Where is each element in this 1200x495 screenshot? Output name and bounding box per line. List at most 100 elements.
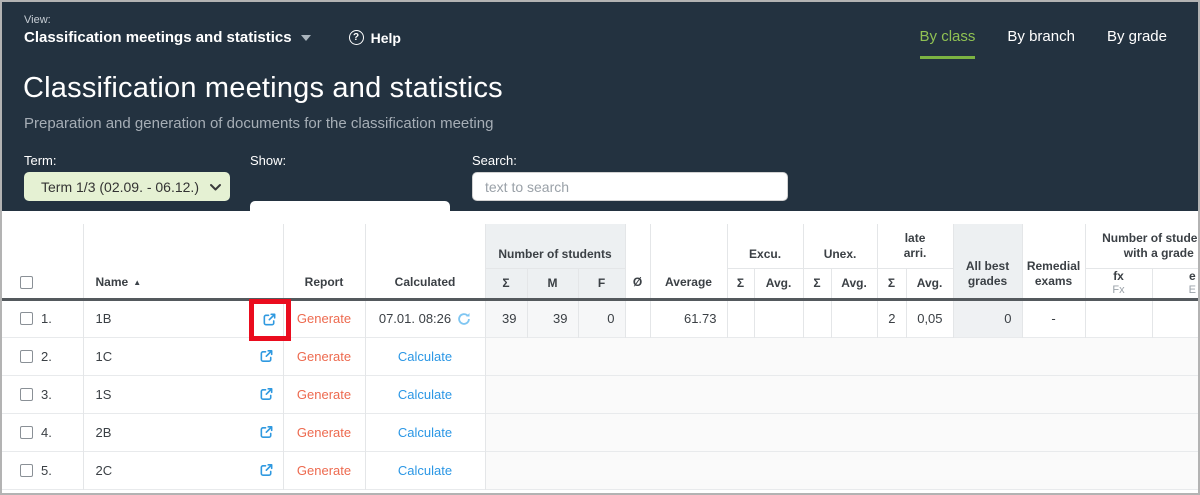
empty-statistics-area <box>485 337 1198 375</box>
empty-statistics-area <box>485 375 1198 413</box>
row-checkbox[interactable] <box>20 426 33 439</box>
empty-statistics-area <box>485 413 1198 451</box>
caret-down-icon <box>301 35 311 41</box>
calculated-timestamp: 07.01. 08:26 <box>379 311 451 326</box>
row-index: 1. <box>41 311 52 326</box>
column-header-phi: Ø <box>625 224 650 299</box>
column-header-remedial-exams: Remedial exams <box>1022 224 1085 299</box>
view-tabs: By class By branch By grade <box>920 28 1167 59</box>
show-label: Show: <box>250 153 286 168</box>
excused-sum-cell <box>727 299 754 337</box>
tab-by-branch[interactable]: By branch <box>1007 28 1075 59</box>
column-header-name[interactable]: Name▲ <box>83 224 283 299</box>
column-header-unexcused-avg: Avg. <box>831 268 877 299</box>
unexcused-sum-cell <box>803 299 831 337</box>
annotation-highlight-box <box>249 299 291 341</box>
class-name: 1C <box>96 349 113 364</box>
students-sum: 39 <box>485 299 527 337</box>
group-header-unexcused: Unex. <box>803 224 877 268</box>
fx-cell <box>1085 299 1152 337</box>
row-checkbox[interactable] <box>20 464 33 477</box>
term-label: Term: <box>24 153 57 168</box>
table-row: 1. 1B Gen <box>2 299 1198 337</box>
late-avg-cell: 0,05 <box>906 299 953 337</box>
help-label: Help <box>371 30 401 46</box>
students-male: 39 <box>527 299 578 337</box>
row-checkbox[interactable] <box>20 312 33 325</box>
page-title: Classification meetings and statistics <box>23 72 503 105</box>
search-input[interactable] <box>472 172 788 201</box>
calculate-link[interactable]: Calculate <box>398 387 452 402</box>
group-header-number-of-students: Number of students <box>485 224 625 268</box>
excused-avg-cell <box>754 299 803 337</box>
students-female: 0 <box>578 299 625 337</box>
external-link-icon[interactable] <box>259 349 274 364</box>
dark-header: View: Classification meetings and statis… <box>2 2 1198 211</box>
column-header-late-avg: Avg. <box>906 268 953 299</box>
class-name: 1S <box>96 387 112 402</box>
calculate-link[interactable]: Calculate <box>398 425 452 440</box>
empty-statistics-area <box>485 451 1198 489</box>
external-link-icon[interactable] <box>262 312 277 327</box>
column-header-unexcused-sum: Σ <box>803 268 831 299</box>
column-header-students-male: M <box>527 268 578 299</box>
column-header-students-sum: Σ <box>485 268 527 299</box>
group-header-students-with-grade: Number of students with a grade <box>1085 224 1198 268</box>
all-best-grades-cell: 0 <box>953 299 1022 337</box>
column-header-fx: fx Fx <box>1085 268 1152 299</box>
generate-report-link[interactable]: Generate <box>297 349 351 364</box>
column-header-excused-avg: Avg. <box>754 268 803 299</box>
unexcused-avg-cell <box>831 299 877 337</box>
select-all-checkbox[interactable] <box>20 276 33 289</box>
generate-report-link[interactable]: Generate <box>297 311 351 326</box>
late-sum-cell: 2 <box>877 299 906 337</box>
class-name: 1B <box>96 311 112 326</box>
group-header-late-arrivals: late arri. <box>877 224 953 268</box>
help-button[interactable]: ? Help <box>349 30 401 46</box>
column-header-all-best-grades: All best grades <box>953 224 1022 299</box>
page-subtitle: Preparation and generation of documents … <box>24 115 493 132</box>
class-name: 2C <box>96 463 113 478</box>
table-row: 4. 2B Generate Calculate <box>2 413 1198 451</box>
table-row: 2. 1C Generate Calculate <box>2 337 1198 375</box>
row-checkbox[interactable] <box>20 350 33 363</box>
table-row: 5. 2C Generate Calculate <box>2 451 1198 489</box>
app-window: View: Classification meetings and statis… <box>0 0 1200 495</box>
classes-table: Name▲ Report Calculated Number of studen… <box>2 224 1198 490</box>
group-header-excused: Excu. <box>727 224 803 268</box>
sort-asc-icon: ▲ <box>133 278 141 287</box>
tab-by-grade[interactable]: By grade <box>1107 28 1167 59</box>
calculate-link[interactable]: Calculate <box>398 463 452 478</box>
view-label: View: <box>24 14 51 26</box>
view-selector[interactable]: Classification meetings and statistics <box>24 29 311 46</box>
row-index: 5. <box>41 463 52 478</box>
generate-report-link[interactable]: Generate <box>297 463 351 478</box>
column-header-calculated: Calculated <box>365 224 485 299</box>
column-header-late-sum: Σ <box>877 268 906 299</box>
column-header-report: Report <box>283 224 365 299</box>
help-icon: ? <box>349 30 364 45</box>
column-header-e: e E <box>1152 268 1198 299</box>
external-link-icon[interactable] <box>259 463 274 478</box>
external-link-icon[interactable] <box>259 425 274 440</box>
column-header-average: Average <box>650 224 727 299</box>
row-index: 4. <box>41 425 52 440</box>
average-cell: 61.73 <box>650 299 727 337</box>
term-select[interactable]: Term 1/3 (02.09. - 06.12.) <box>24 172 230 201</box>
remedial-exams-cell: - <box>1022 299 1085 337</box>
term-select-value: Term 1/3 (02.09. - 06.12.) <box>41 179 199 195</box>
generate-report-link[interactable]: Generate <box>297 425 351 440</box>
generate-report-link[interactable]: Generate <box>297 387 351 402</box>
refresh-icon[interactable] <box>457 312 471 326</box>
classes-table-wrap: Name▲ Report Calculated Number of studen… <box>2 211 1198 490</box>
calculate-link[interactable]: Calculate <box>398 349 452 364</box>
e-cell <box>1152 299 1198 337</box>
column-header-excused-sum: Σ <box>727 268 754 299</box>
column-header-students-female: F <box>578 268 625 299</box>
view-selector-label: Classification meetings and statistics <box>24 29 292 46</box>
tab-by-class[interactable]: By class <box>920 28 976 59</box>
row-checkbox[interactable] <box>20 388 33 401</box>
external-link-icon[interactable] <box>259 387 274 402</box>
phi-cell <box>625 299 650 337</box>
chevron-down-icon <box>209 181 222 193</box>
